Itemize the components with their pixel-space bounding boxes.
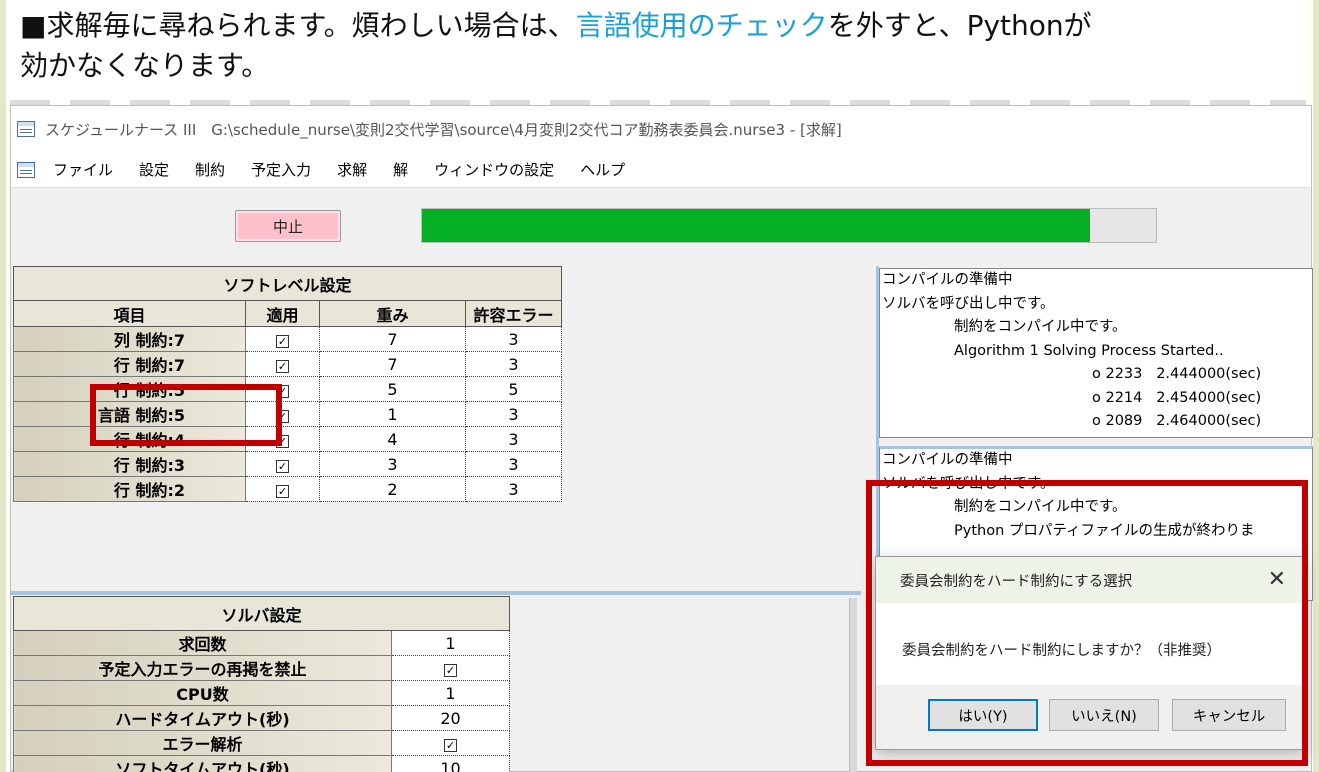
title-bar: スケジュールナース III G:\schedule_nurse\変則2交代学習\… (11, 106, 1311, 152)
row-label: ハードタイムアウト(秒) (13, 705, 392, 731)
table-row: ソフトタイムアウト(秒) 10 (13, 755, 510, 772)
menu-schedule-input[interactable]: 予定入力 (251, 159, 311, 180)
weight-cell[interactable]: 2 (319, 476, 466, 502)
row-label: 行 制約:3 (13, 451, 246, 477)
checkbox[interactable]: ✓ (276, 334, 289, 348)
checkbox[interactable]: ✓ (444, 738, 457, 752)
tolerance-cell[interactable]: 3 (465, 476, 562, 502)
apply-checkbox-cell[interactable]: ✓ (245, 326, 320, 352)
mdi-child-icon[interactable] (17, 161, 35, 178)
row-label: ソフトタイムアウト(秒) (13, 755, 392, 772)
tolerance-cell[interactable]: 3 (465, 426, 562, 452)
row-label: 予定入力エラーの再掲を禁止 (13, 655, 392, 681)
row-label: 列 制約:7 (13, 326, 246, 352)
apply-checkbox-cell[interactable]: ✓ (245, 351, 320, 377)
table-row: 求回数 1 (13, 630, 510, 656)
table-row: CPU数 1 (13, 680, 510, 706)
soft-level-title: ソフトレベル設定 (13, 266, 562, 301)
vertical-splitter[interactable] (849, 598, 857, 772)
menu-window-settings[interactable]: ウィンドウの設定 (434, 159, 554, 180)
caption-line2: 効かなくなります。 (20, 49, 270, 82)
log-line: Algorithm 1 Solving Process Started.. (954, 342, 1224, 359)
tolerance-cell[interactable]: 3 (465, 351, 562, 377)
pane-divider[interactable] (11, 591, 861, 595)
table-row: エラー解析 ✓ (13, 730, 510, 756)
checkbox-cell[interactable]: ✓ (391, 655, 510, 681)
menu-bar: ファイル 設定 制約 予定入力 求解 解 ウィンドウの設定 ヘルプ (11, 152, 1311, 188)
caption-link: 言語使用のチェック (575, 9, 828, 42)
solver-settings-table: ソルバ設定 求回数 1 予定入力エラーの再掲を禁止 ✓ CPU数 1 ハードタイ… (13, 596, 510, 772)
caption-line1-b: を外すと、Pythonが (827, 9, 1092, 42)
checkbox[interactable]: ✓ (276, 359, 289, 373)
col-header-item: 項目 (13, 300, 246, 327)
checkbox[interactable]: ✓ (276, 484, 289, 498)
checkbox[interactable]: ✓ (444, 663, 457, 677)
caption-line1-a: ■求解毎に尋ねられます。煩わしい場合は、 (20, 9, 576, 42)
solver-log-1: コンパイルの準備中 ソルバを呼び出し中です。 制約をコンパイル中です。 Algo… (879, 268, 1313, 438)
col-header-apply: 適用 (245, 300, 320, 327)
highlight-box-dialog (866, 480, 1308, 766)
weight-cell[interactable]: 3 (319, 451, 466, 477)
value-cell[interactable]: 1 (391, 680, 510, 706)
weight-cell[interactable]: 4 (319, 426, 466, 452)
solver-settings-title: ソルバ設定 (13, 596, 510, 631)
menu-constraints[interactable]: 制約 (195, 159, 225, 180)
app-icon (17, 121, 35, 137)
menu-solve[interactable]: 求解 (337, 159, 367, 180)
tolerance-cell[interactable]: 3 (465, 326, 562, 352)
row-label: 行 制約:7 (13, 351, 246, 377)
progress-fill (422, 209, 1090, 242)
menu-settings[interactable]: 設定 (139, 159, 169, 180)
checkbox[interactable]: ✓ (276, 459, 289, 473)
col-header-weight: 重み (319, 300, 466, 327)
toolbar: 中止 (11, 188, 1313, 266)
weight-cell[interactable]: 7 (319, 326, 466, 352)
table-row: 行 制約:2 ✓ 2 3 (13, 476, 562, 502)
checkbox-cell[interactable]: ✓ (391, 730, 510, 756)
log-line: コンパイルの準備中 (882, 272, 1013, 288)
col-header-tolerance: 許容エラー (465, 300, 562, 327)
weight-cell[interactable]: 7 (319, 351, 466, 377)
tolerance-cell[interactable]: 5 (465, 376, 562, 402)
value-cell[interactable]: 1 (391, 630, 510, 656)
table-row: 予定入力エラーの再掲を禁止 ✓ (13, 655, 510, 681)
table-row: 行 制約:7 ✓ 7 3 (13, 351, 562, 377)
log-line: 制約をコンパイル中です。 (954, 319, 1127, 335)
row-label: エラー解析 (13, 730, 392, 756)
table-row: 列 制約:7 ✓ 7 3 (13, 326, 562, 352)
stop-button[interactable]: 中止 (235, 210, 341, 242)
menu-help[interactable]: ヘルプ (580, 159, 625, 180)
apply-checkbox-cell[interactable]: ✓ (245, 476, 320, 502)
table-row: 行 制約:3 ✓ 3 3 (13, 451, 562, 477)
row-label: 求回数 (13, 630, 392, 656)
highlight-box-language (90, 384, 282, 446)
apply-checkbox-cell[interactable]: ✓ (245, 451, 320, 477)
menu-file[interactable]: ファイル (53, 159, 113, 180)
value-cell[interactable]: 20 (391, 705, 510, 731)
log-line: o 2233 2.444000(sec) (1092, 366, 1262, 382)
window-title: スケジュールナース III G:\schedule_nurse\変則2交代学習\… (45, 120, 842, 139)
log-line: o 2214 2.454000(sec) (1092, 389, 1262, 406)
log-line: o 2089 2.464000(sec) (1092, 413, 1262, 429)
table-row: ハードタイムアウト(秒) 20 (13, 705, 510, 731)
log-line: コンパイルの準備中 (882, 452, 1013, 468)
caption-text: ■求解毎に尋ねられます。煩わしい場合は、言語使用のチェックを外すと、Python… (20, 6, 1300, 86)
value-cell[interactable]: 10 (391, 755, 510, 772)
row-label: 行 制約:2 (13, 476, 246, 502)
progress-bar (421, 208, 1157, 243)
tolerance-cell[interactable]: 3 (465, 451, 562, 477)
weight-cell[interactable]: 1 (319, 401, 466, 427)
tolerance-cell[interactable]: 3 (465, 401, 562, 427)
weight-cell[interactable]: 5 (319, 376, 466, 402)
log-line: ソルバを呼び出し中です。 (882, 295, 1055, 312)
menu-solution[interactable]: 解 (393, 159, 408, 180)
row-label: CPU数 (13, 680, 392, 706)
